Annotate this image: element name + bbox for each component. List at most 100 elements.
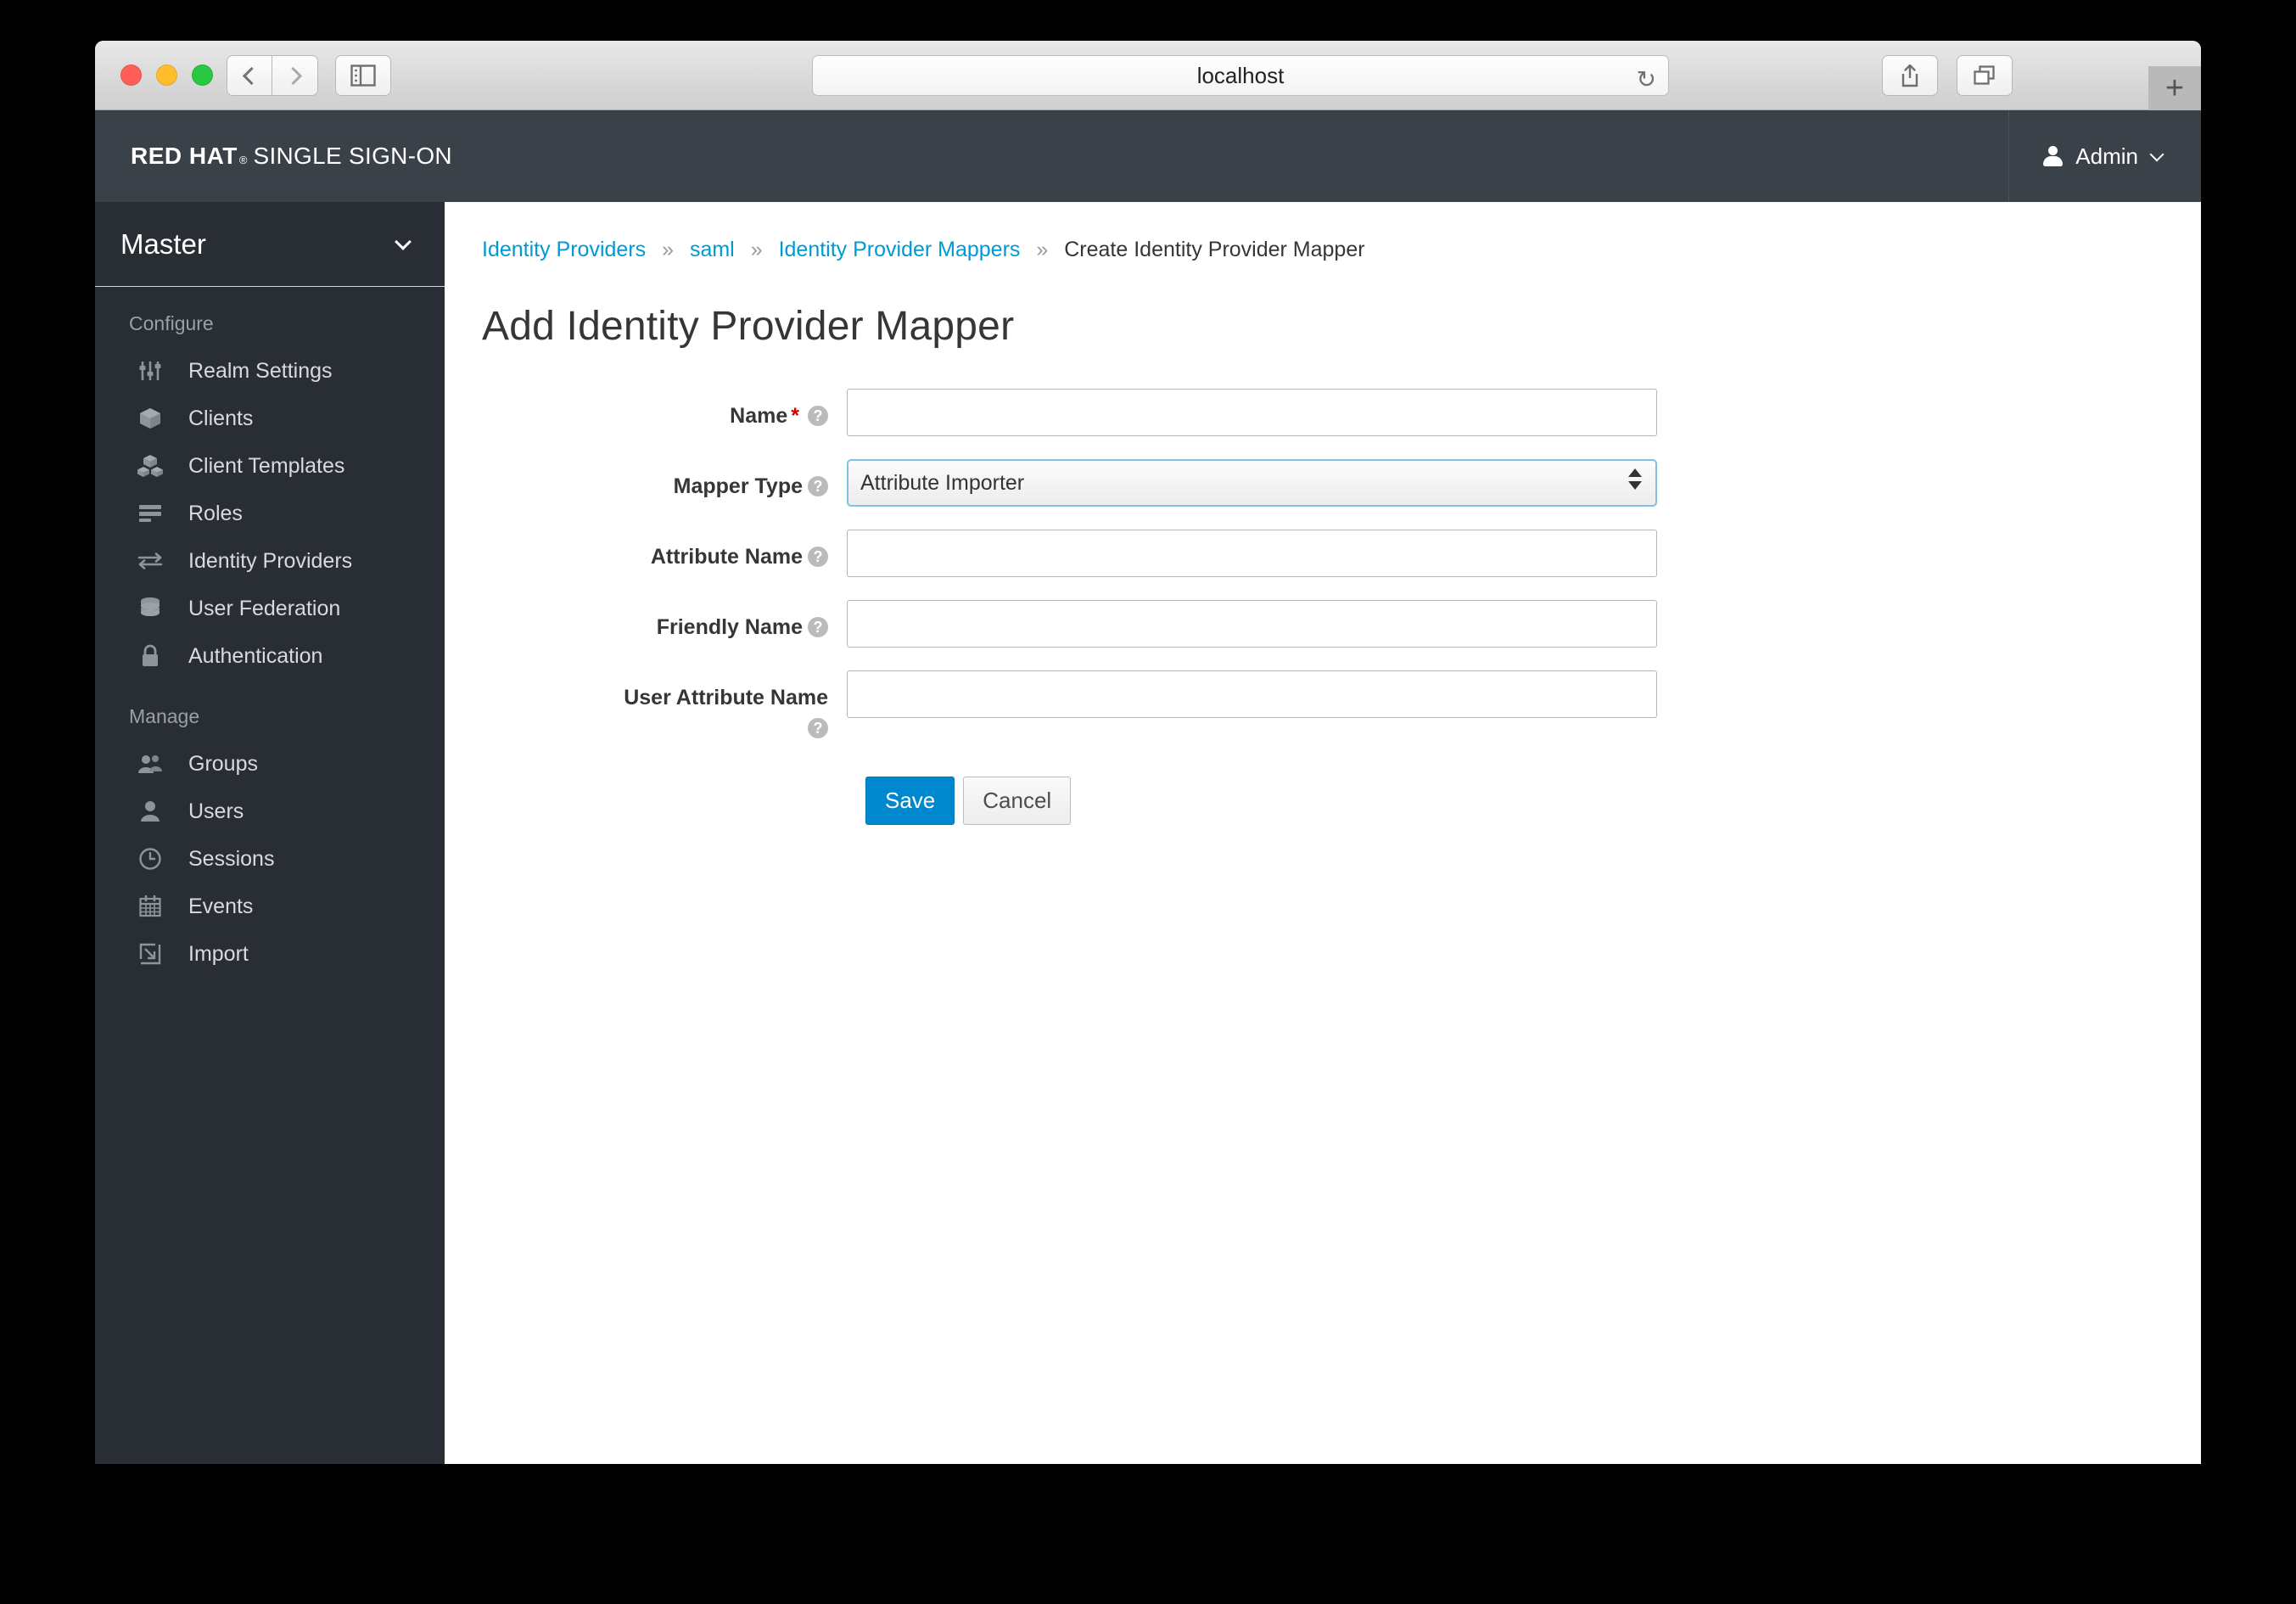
sidebar-item-import[interactable]: Import (95, 930, 445, 978)
share-icon (1901, 64, 1918, 87)
sidebar-section-configure-title: Configure (129, 312, 214, 334)
user-menu[interactable]: Admin (2008, 110, 2201, 202)
sidebar-item-roles[interactable]: Roles (95, 490, 445, 537)
sidebar-item-groups[interactable]: Groups (95, 740, 445, 788)
cancel-button[interactable]: Cancel (963, 776, 1072, 825)
new-tab-label: + (2164, 70, 2185, 106)
mapper-type-label: Mapper Type? (482, 459, 847, 502)
sidebar-item-label: Roles (188, 501, 243, 525)
form-row-name: Name *? (482, 389, 2201, 436)
list-icon (136, 501, 165, 526)
chevron-down-icon (395, 233, 412, 250)
select-stepper-icon (1628, 468, 1642, 490)
sidebar-item-label: Import (188, 941, 249, 966)
brand-product: SINGLE SIGN-ON (253, 143, 452, 169)
user-icon (2043, 146, 2064, 166)
app-header: RED HAT ® SINGLE SIGN-ON Admin (95, 110, 2201, 202)
attribute-name-label-text: Attribute Name (650, 545, 803, 569)
user-attribute-name-control (847, 670, 2201, 718)
show-tabs-icon (1974, 65, 1995, 85)
sidebar-item-label: Events (188, 894, 254, 918)
maximize-window-button[interactable] (192, 64, 213, 86)
cubes-icon (136, 453, 165, 479)
friendly-name-input[interactable] (847, 600, 1657, 648)
main-content: Identity Providers » saml » Identity Pro… (445, 202, 2201, 1464)
sidebar-item-user-federation[interactable]: User Federation (95, 585, 445, 632)
back-button[interactable] (227, 55, 272, 96)
mapper-type-select[interactable]: Attribute Importer (847, 459, 1657, 507)
mapper-type-label-text: Mapper Type (673, 474, 803, 498)
breadcrumb-identity-provider-mappers[interactable]: Identity Provider Mappers (779, 238, 1021, 261)
breadcrumb-separator: » (750, 238, 763, 261)
clock-icon (136, 846, 165, 872)
help-icon[interactable]: ? (808, 476, 828, 496)
name-control (847, 389, 2201, 436)
chevron-right-icon (283, 66, 302, 85)
sidebar-item-authentication[interactable]: Authentication (95, 632, 445, 680)
form-actions: Save Cancel (865, 776, 2201, 825)
form-row-attribute-name: Attribute Name? (482, 530, 2201, 577)
cube-icon (136, 406, 165, 431)
brand-red-hat: RED HAT (131, 143, 238, 169)
sidebar-item-users[interactable]: Users (95, 788, 445, 835)
calendar-icon (136, 894, 165, 919)
show-tabs-button[interactable] (1957, 55, 2013, 96)
chevron-down-icon (2149, 147, 2164, 161)
sidebar-item-clients[interactable]: Clients (95, 395, 445, 442)
help-icon[interactable]: ? (808, 718, 828, 739)
sidebar-toggle-button[interactable] (335, 55, 391, 96)
breadcrumb-saml[interactable]: saml (690, 238, 735, 261)
help-icon[interactable]: ? (808, 547, 828, 567)
url-text: localhost (1196, 62, 1285, 88)
triangle-down-icon (1628, 481, 1642, 490)
breadcrumb-current: Create Identity Provider Mapper (1064, 238, 1365, 261)
browser-window: localhost ↻ + RED HAT ® SINGLE SIGN-ON A… (95, 41, 2201, 1464)
save-button[interactable]: Save (865, 776, 955, 825)
sidebar: Master Configure Realm Settings Clients … (95, 202, 445, 1464)
attribute-name-input[interactable] (847, 530, 1657, 577)
sidebar-item-client-templates[interactable]: Client Templates (95, 442, 445, 490)
close-window-button[interactable] (120, 64, 142, 86)
triangle-up-icon (1628, 468, 1642, 477)
name-input[interactable] (847, 389, 1657, 436)
sidebar-item-label: Realm Settings (188, 358, 333, 383)
breadcrumb: Identity Providers » saml » Identity Pro… (482, 238, 2201, 262)
breadcrumb-separator: » (662, 238, 674, 261)
attribute-name-control (847, 530, 2201, 577)
form-row-friendly-name: Friendly Name? (482, 600, 2201, 648)
window-controls (120, 64, 213, 86)
sidebar-item-label: Client Templates (188, 453, 345, 478)
sidebar-item-events[interactable]: Events (95, 883, 445, 930)
sidebar-item-label: Users (188, 799, 244, 823)
share-button[interactable] (1882, 55, 1938, 96)
database-icon (136, 596, 165, 621)
minimize-window-button[interactable] (156, 64, 177, 86)
help-icon[interactable]: ? (808, 617, 828, 637)
reload-icon[interactable]: ↻ (1637, 65, 1656, 93)
sidebar-item-identity-providers[interactable]: Identity Providers (95, 537, 445, 585)
sidebar-item-label: Identity Providers (188, 548, 353, 573)
friendly-name-label-text: Friendly Name (656, 615, 803, 639)
registered-trademark-icon: ® (238, 154, 248, 166)
add-mapper-form: Name*? Mapper Type? Attribute Importer (482, 389, 2201, 825)
sidebar-section-manage-title: Manage (129, 705, 200, 727)
form-row-mapper-type: Mapper Type? Attribute Importer (482, 459, 2201, 507)
breadcrumb-separator: » (1036, 238, 1049, 261)
user-attribute-name-input[interactable] (847, 670, 1657, 718)
realm-name: Master (120, 227, 206, 260)
required-asterisk: * (791, 404, 799, 428)
form-row-user-attribute-name: User Attribute Name ? (482, 670, 2201, 744)
address-bar[interactable]: localhost ↻ (812, 55, 1669, 96)
help-icon[interactable]: ? (808, 406, 828, 426)
browser-toolbar: localhost ↻ + (95, 41, 2201, 110)
user-menu-label: Admin (2075, 143, 2138, 169)
forward-button[interactable] (272, 55, 318, 96)
import-arrow-icon (136, 941, 165, 967)
sidebar-item-sessions[interactable]: Sessions (95, 835, 445, 883)
new-tab-button[interactable]: + (2148, 66, 2201, 110)
sliders-icon (136, 358, 165, 384)
sidebar-item-realm-settings[interactable]: Realm Settings (95, 347, 445, 395)
user-attribute-name-label-text: User Attribute Name (624, 686, 828, 709)
breadcrumb-identity-providers[interactable]: Identity Providers (482, 238, 646, 261)
realm-selector[interactable]: Master (95, 202, 445, 287)
